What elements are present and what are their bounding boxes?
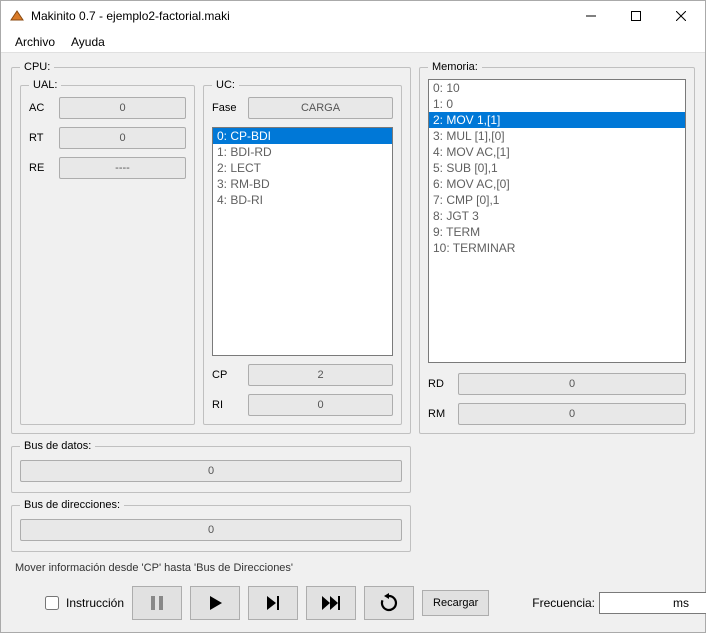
client-area: CPU: UAL: AC 0 RT 0 RE ---- UC: Fase CARGA 0… — [1, 53, 705, 632]
cpu-legend: CPU: — [20, 61, 54, 73]
bus-dir-group: Bus de direcciones: 0 — [11, 499, 411, 552]
uc-group: UC: Fase CARGA 0: CP-BDI1: BDI-RD2: LECT3… — [203, 79, 402, 425]
list-item[interactable]: 0: 10 — [429, 80, 685, 96]
menu-archivo[interactable]: Archivo — [7, 33, 63, 51]
rm-value: 0 — [458, 403, 686, 425]
menu-ayuda[interactable]: Ayuda — [63, 33, 113, 51]
fast-forward-button[interactable] — [306, 586, 356, 620]
ri-value: 0 — [248, 394, 393, 416]
list-item[interactable]: 1: 0 — [429, 96, 685, 112]
list-item[interactable]: 3: MUL [1],[0] — [429, 128, 685, 144]
toolbar: Instrucción Recargar Frecuencia: — [11, 584, 695, 628]
instruccion-checkbox[interactable]: Instrucción — [41, 593, 124, 613]
list-item[interactable]: 4: MOV AC,[1] — [429, 144, 685, 160]
bus-datos-legend: Bus de datos: — [20, 440, 95, 452]
window-title: Makinito 0.7 - ejemplo2-factorial.maki — [31, 9, 568, 23]
memoria-legend: Memoria: — [428, 61, 482, 73]
rt-label: RT — [29, 132, 53, 144]
reset-icon — [379, 593, 399, 613]
ac-label: AC — [29, 102, 53, 114]
bus-dir-legend: Bus de direcciones: — [20, 499, 124, 511]
ual-legend: UAL: — [29, 79, 61, 91]
list-item[interactable]: 2: MOV 1,[1] — [429, 112, 685, 128]
memoria-list[interactable]: 0: 101: 02: MOV 1,[1]3: MUL [1],[0]4: MO… — [428, 79, 686, 363]
play-button[interactable] — [190, 586, 240, 620]
reset-button[interactable] — [364, 586, 414, 620]
titlebar: Makinito 0.7 - ejemplo2-factorial.maki — [1, 1, 705, 31]
memoria-group: Memoria: 0: 101: 02: MOV 1,[1]3: MUL [1]… — [419, 61, 695, 434]
list-item[interactable]: 5: SUB [0],1 — [429, 160, 685, 176]
re-label: RE — [29, 162, 53, 174]
status-text: Mover información desde 'CP' hasta 'Bus … — [11, 558, 695, 578]
bus-datos-group: Bus de datos: 0 — [11, 440, 411, 493]
bus-dir-value: 0 — [20, 519, 402, 541]
ms-label: ms — [673, 596, 689, 610]
frecuencia-input[interactable] — [599, 592, 706, 614]
uc-legend: UC: — [212, 79, 239, 91]
frecuencia-spinner[interactable]: ▲ ▼ — [599, 592, 669, 614]
list-item[interactable]: 10: TERMINAR — [429, 240, 685, 256]
list-item[interactable]: 6: MOV AC,[0] — [429, 176, 685, 192]
list-item[interactable]: 4: BD-RI — [213, 192, 392, 208]
play-icon — [206, 594, 224, 612]
frecuencia-label: Frecuencia: — [532, 596, 595, 610]
instruccion-label: Instrucción — [66, 596, 124, 610]
close-button[interactable] — [658, 2, 703, 31]
ac-value: 0 — [59, 97, 186, 119]
rd-label: RD — [428, 378, 452, 390]
menubar: Archivo Ayuda — [1, 31, 705, 53]
cp-value: 2 — [248, 364, 393, 386]
list-item[interactable]: 0: CP-BDI — [213, 128, 392, 144]
rd-value: 0 — [458, 373, 686, 395]
ual-group: UAL: AC 0 RT 0 RE ---- — [20, 79, 195, 425]
fase-value: CARGA — [248, 97, 393, 119]
step-icon — [264, 594, 282, 612]
re-value: ---- — [59, 157, 186, 179]
uc-microops-list[interactable]: 0: CP-BDI1: BDI-RD2: LECT3: RM-BD4: BD-R… — [212, 127, 393, 356]
ri-label: RI — [212, 399, 242, 411]
rm-label: RM — [428, 408, 452, 420]
fase-label: Fase — [212, 102, 242, 114]
cp-label: CP — [212, 369, 242, 381]
fast-forward-icon — [321, 594, 341, 612]
list-item[interactable]: 7: CMP [0],1 — [429, 192, 685, 208]
pause-button[interactable] — [132, 586, 182, 620]
rt-value: 0 — [59, 127, 186, 149]
step-button[interactable] — [248, 586, 298, 620]
instruccion-check-input[interactable] — [45, 596, 59, 610]
list-item[interactable]: 3: RM-BD — [213, 176, 392, 192]
maximize-button[interactable] — [613, 2, 658, 31]
app-window: Makinito 0.7 - ejemplo2-factorial.maki A… — [0, 0, 706, 633]
list-item[interactable]: 8: JGT 3 — [429, 208, 685, 224]
list-item[interactable]: 9: TERM — [429, 224, 685, 240]
list-item[interactable]: 1: BDI-RD — [213, 144, 392, 160]
recargar-button[interactable]: Recargar — [422, 590, 489, 616]
list-item[interactable]: 2: LECT — [213, 160, 392, 176]
minimize-button[interactable] — [568, 2, 613, 31]
cpu-group: CPU: UAL: AC 0 RT 0 RE ---- UC: Fase CARGA 0… — [11, 61, 411, 434]
app-icon — [9, 8, 25, 24]
pause-icon — [148, 594, 166, 612]
bus-datos-value: 0 — [20, 460, 402, 482]
